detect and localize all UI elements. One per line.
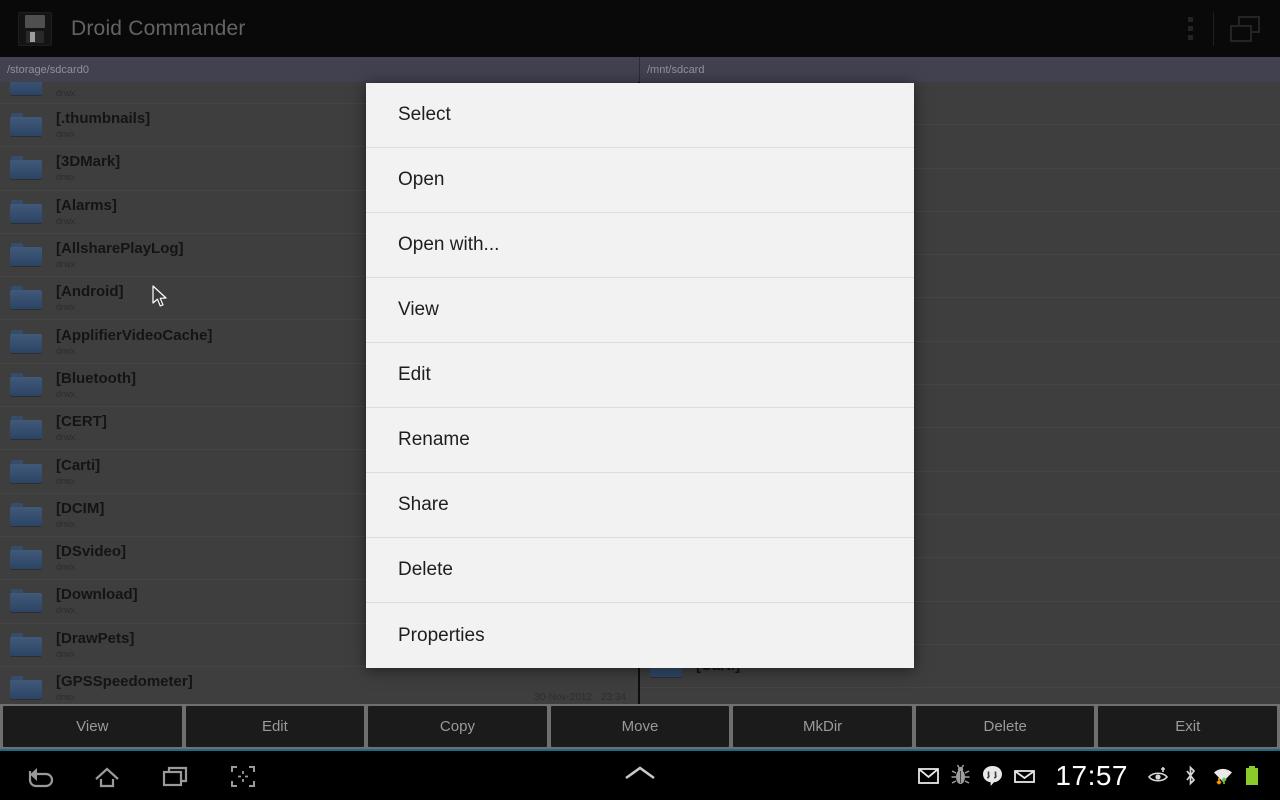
function-button-view[interactable]: View — [3, 706, 182, 747]
function-button-copy[interactable]: Copy — [368, 706, 547, 747]
floppy-disk-icon — [18, 11, 52, 46]
home-icon[interactable] — [92, 762, 122, 790]
page-title: Droid Commander — [71, 16, 246, 40]
back-icon[interactable] — [24, 762, 54, 790]
function-button-edit[interactable]: Edit — [185, 706, 365, 747]
mouse-cursor — [152, 285, 170, 314]
menu-item-delete[interactable]: Delete — [366, 538, 914, 603]
expand-up-icon[interactable] — [621, 761, 659, 790]
email-icon — [1013, 764, 1036, 787]
function-button-exit[interactable]: Exit — [1098, 706, 1278, 747]
table-row[interactable]: [GPSSpeedometer] drwx 30-Nov-2012 23:34 — [0, 667, 638, 704]
folder-icon — [10, 372, 42, 397]
file-date: 30-Nov-2012 — [534, 692, 592, 704]
path-bar-left[interactable]: /storage/sdcard0 — [0, 57, 640, 82]
folder-icon — [10, 82, 42, 96]
menu-item-share[interactable]: Share — [366, 473, 914, 538]
folder-icon — [10, 459, 42, 484]
file-name: [GPSSpeedometer] — [56, 673, 193, 690]
menu-item-select[interactable]: Select — [366, 83, 914, 148]
status-icons: 17:57 — [917, 760, 1280, 792]
folder-icon — [10, 113, 42, 137]
battery-icon — [1243, 764, 1266, 787]
function-button-move[interactable]: Move — [550, 706, 730, 747]
folder-icon — [10, 199, 42, 224]
menu-item-properties[interactable]: Properties — [366, 603, 914, 668]
context-menu[interactable]: Select Open Open with... View Edit Rename Shar… — [366, 83, 914, 668]
wifi-icon — [1211, 764, 1234, 787]
overflow-menu-icon[interactable] — [1177, 17, 1203, 40]
gmail-icon — [917, 764, 940, 787]
bluetooth-icon — [1179, 764, 1202, 787]
folder-icon — [10, 329, 42, 354]
toolbar-divider — [1213, 11, 1214, 46]
window-switch-icon[interactable] — [1230, 15, 1260, 42]
hangouts-icon — [981, 764, 1004, 787]
folder-icon — [10, 416, 42, 440]
recents-icon[interactable] — [160, 762, 190, 790]
file-time: 23:34 — [600, 692, 626, 704]
function-button-bar: View Edit Copy Move MkDir Delete Exit — [0, 704, 1280, 751]
smart-stay-eye-icon — [1147, 764, 1170, 787]
app-title-bar: Droid Commander — [0, 0, 1280, 57]
path-bar-right[interactable]: /mnt/sdcard — [640, 57, 1280, 82]
folder-icon — [10, 243, 42, 267]
folder-icon — [10, 156, 42, 180]
android-screen: Droid Commander /storage/sdcard0 /mnt/sd… — [0, 0, 1280, 800]
function-button-mkdir[interactable]: MkDir — [733, 706, 912, 747]
menu-item-rename[interactable]: Rename — [366, 408, 914, 473]
menu-item-edit[interactable]: Edit — [366, 343, 914, 408]
android-navigation-bar: 17:57 — [0, 751, 1280, 800]
screenshot-icon[interactable] — [228, 762, 258, 790]
folder-icon — [10, 676, 42, 700]
path-bar-row: /storage/sdcard0 /mnt/sdcard — [0, 57, 1280, 82]
folder-icon — [10, 546, 42, 570]
folder-icon — [10, 286, 42, 310]
menu-item-open[interactable]: Open — [366, 148, 914, 213]
file-permissions: drwx — [56, 692, 76, 702]
title-bar-actions — [1177, 0, 1280, 57]
menu-item-view[interactable]: View — [366, 278, 914, 343]
bug-icon — [949, 764, 972, 787]
function-button-delete[interactable]: Delete — [915, 706, 1095, 747]
folder-icon — [10, 502, 42, 527]
folder-icon — [10, 589, 42, 613]
folder-icon — [10, 632, 42, 657]
status-clock: 17:57 — [1055, 759, 1128, 791]
menu-item-open-with[interactable]: Open with... — [366, 213, 914, 278]
